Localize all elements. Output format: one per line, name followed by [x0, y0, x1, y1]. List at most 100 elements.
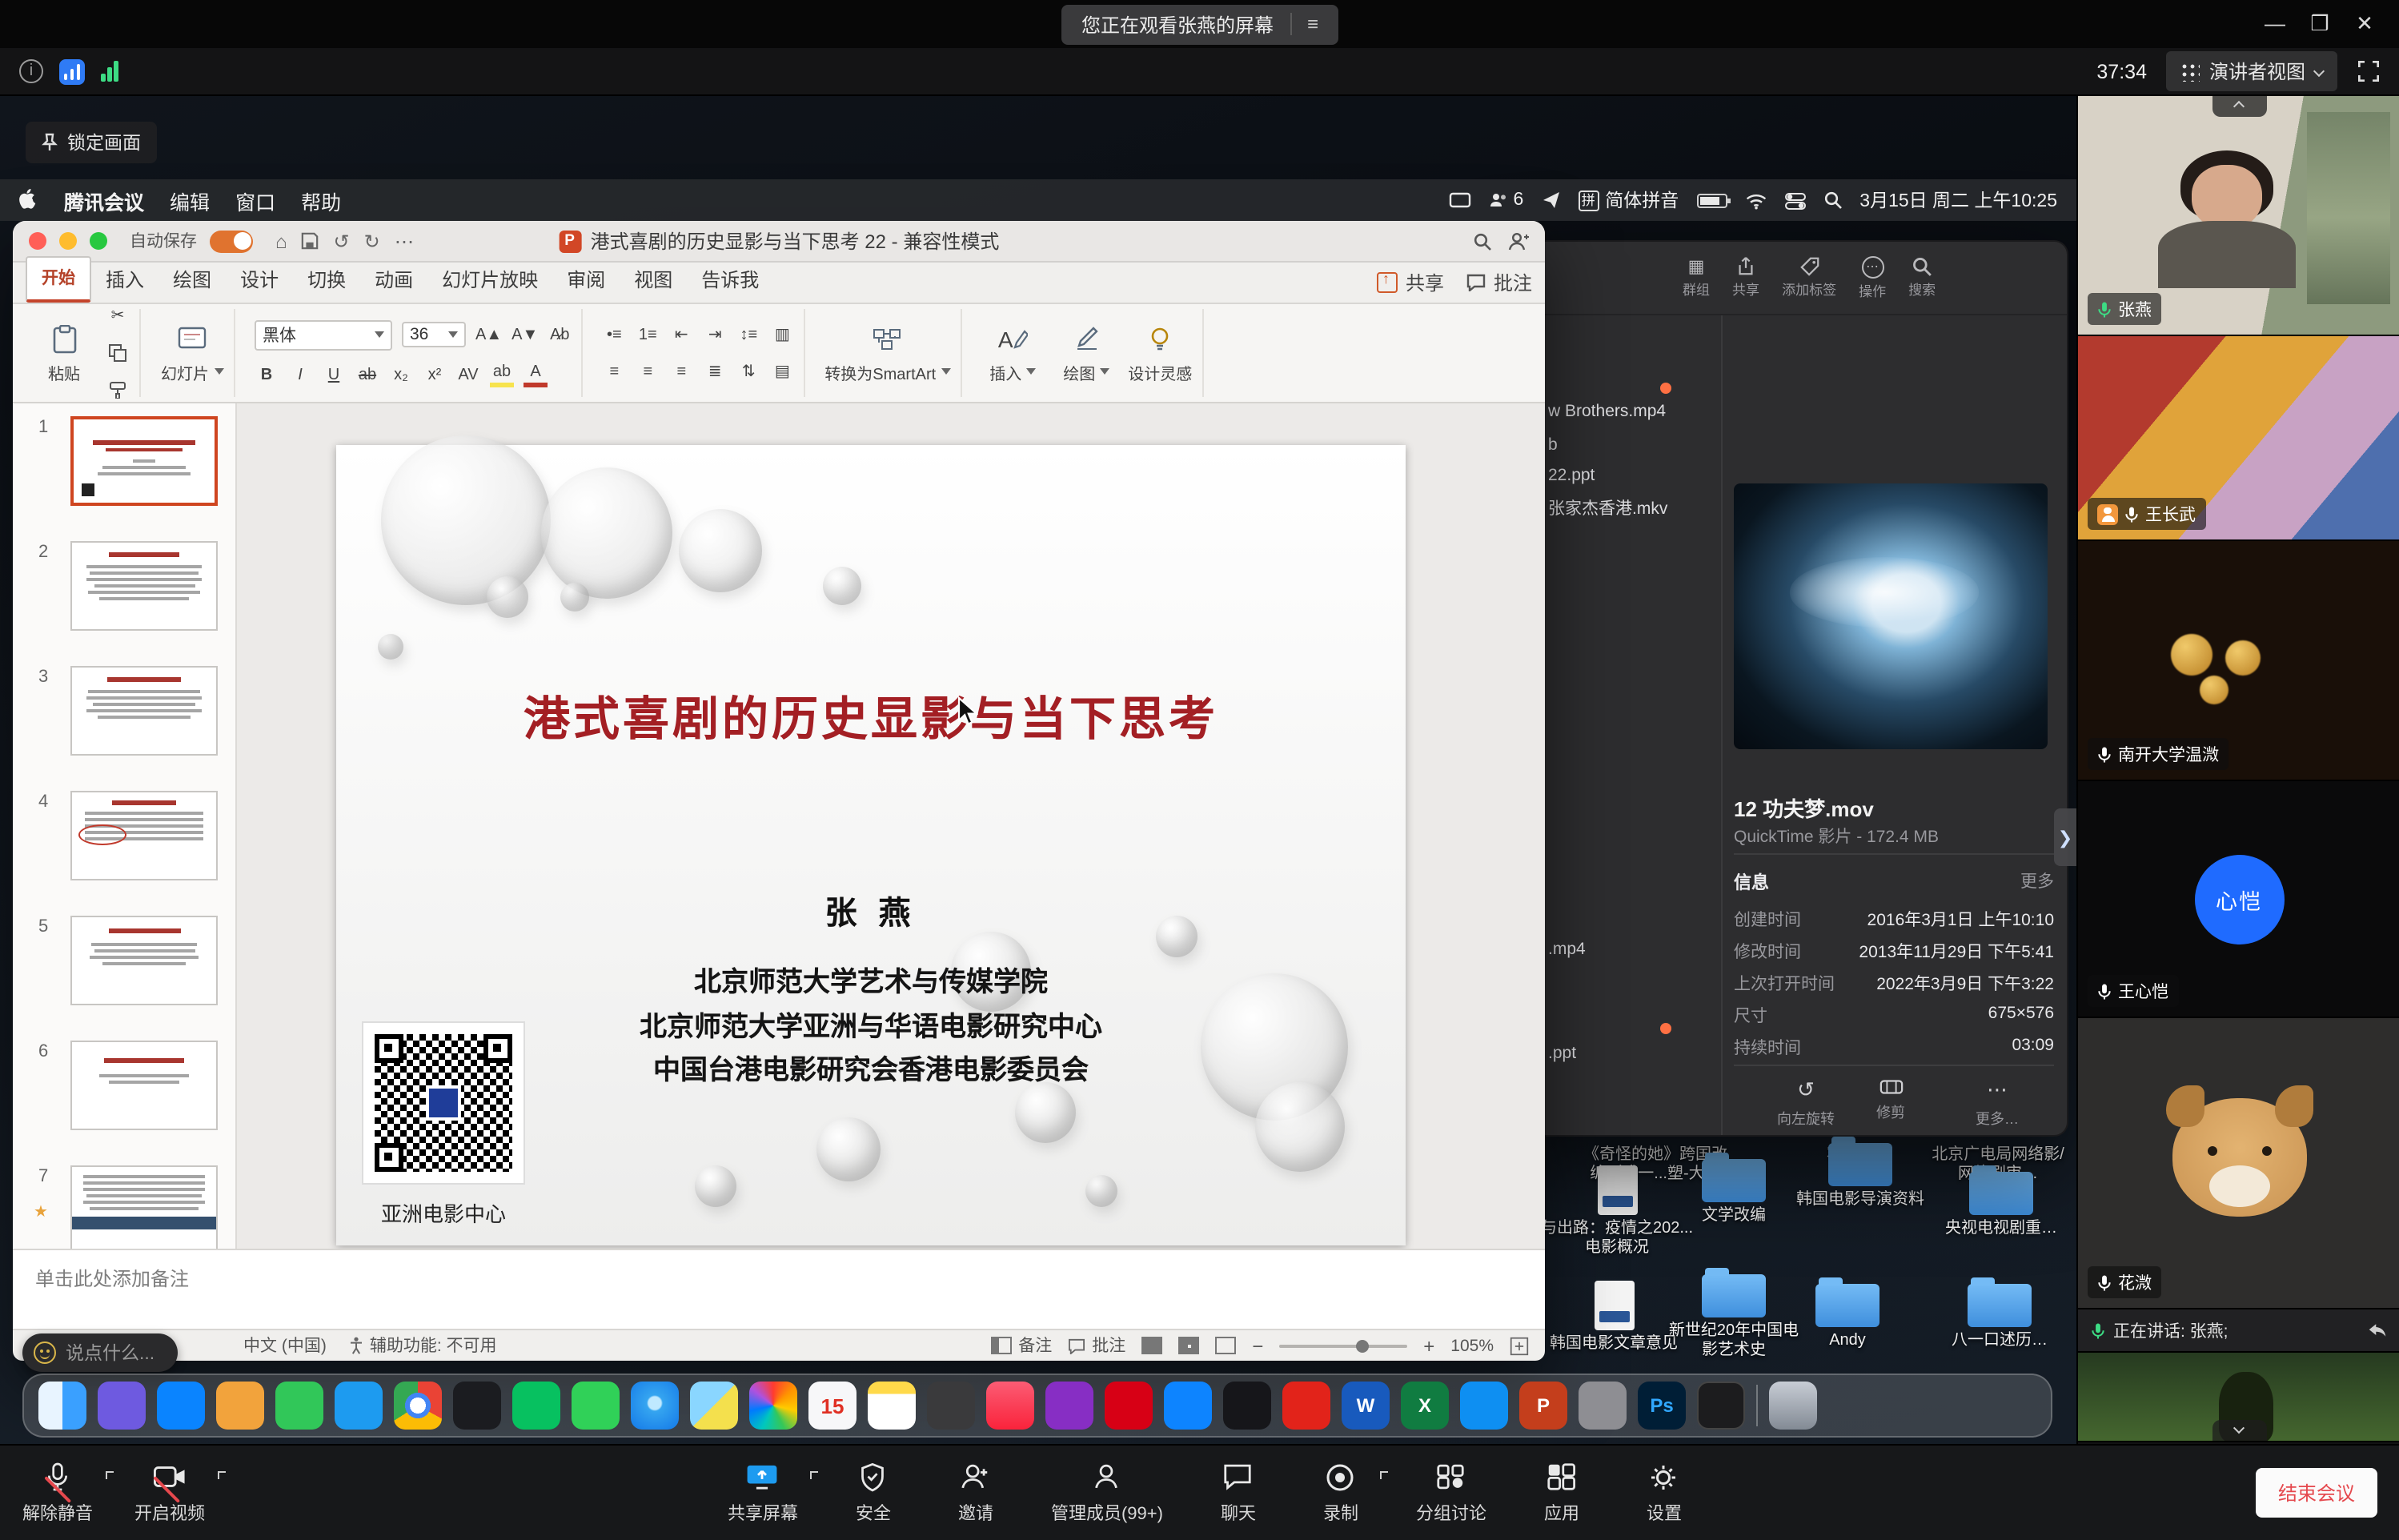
meeting-info-icon[interactable]: i: [19, 59, 43, 83]
participant-video-wangxinkai[interactable]: 心恺 王心恺: [2078, 781, 2399, 1018]
manage-members-button[interactable]: 管理成员(99+): [1051, 1461, 1163, 1525]
redo-icon[interactable]: ↻: [364, 230, 380, 252]
increase-font-icon[interactable]: A▲: [475, 323, 502, 347]
rotate-left-button[interactable]: ↺ 向左旋转: [1777, 1077, 1835, 1129]
dock-tv[interactable]: [1223, 1382, 1271, 1430]
more-actions-button[interactable]: ⋯ 更多…: [1976, 1077, 2019, 1129]
search-icon[interactable]: [1473, 231, 1492, 251]
minimize-button[interactable]: —: [2253, 0, 2297, 48]
start-video-button[interactable]: 开启视频: [134, 1461, 205, 1525]
slide-thumbnail-5[interactable]: 5: [13, 912, 235, 1031]
view-mode-button[interactable]: 演讲者视图: [2166, 51, 2337, 91]
dock-qq[interactable]: [453, 1382, 501, 1430]
account-icon[interactable]: [1508, 231, 1529, 251]
panel-collapse-handle[interactable]: ❯: [2054, 808, 2076, 866]
zoom-out-button[interactable]: −: [1252, 1334, 1263, 1357]
tab-insert[interactable]: 插入: [91, 258, 158, 303]
slide-thumbnail-3[interactable]: 3: [13, 663, 235, 781]
convert-smartart-button[interactable]: 转换为SmartArt: [824, 323, 950, 383]
font-color-button[interactable]: A: [524, 363, 548, 387]
menu-window[interactable]: 窗口: [235, 185, 275, 215]
new-slide-button[interactable]: 幻灯片: [160, 323, 224, 383]
text-direction-icon[interactable]: ⇅: [736, 359, 760, 383]
cut-icon[interactable]: ✂: [106, 304, 130, 328]
participant-video-partial[interactable]: [2078, 1353, 2399, 1442]
highlight-color-button[interactable]: ab: [490, 363, 514, 387]
slide-sorter-view-icon[interactable]: [1178, 1337, 1199, 1354]
zoom-level[interactable]: 105%: [1450, 1336, 1494, 1355]
slide-thumbnail-2[interactable]: 2: [13, 538, 235, 656]
invite-button[interactable]: 邀请: [949, 1461, 1003, 1525]
file-row[interactable]: .mp4: [1548, 940, 1586, 959]
battery-icon[interactable]: [1696, 193, 1727, 207]
dock-keynote[interactable]: [1460, 1382, 1508, 1430]
dock-powerpoint[interactable]: P: [1519, 1382, 1567, 1430]
tab-draw[interactable]: 绘图: [158, 258, 226, 303]
dock-netease-music[interactable]: [1105, 1382, 1153, 1430]
decrease-indent-icon[interactable]: ⇤: [669, 323, 693, 347]
align-center-icon[interactable]: ≡: [636, 359, 660, 383]
desktop-item[interactable]: 韩国电影导演资料: [1790, 1143, 1931, 1210]
insert-button[interactable]: A 插入: [981, 323, 1045, 383]
italic-button[interactable]: I: [288, 363, 312, 387]
dock-app-dark[interactable]: [927, 1382, 975, 1430]
font-size-select[interactable]: 36: [402, 322, 466, 347]
finder-share-button[interactable]: 共享: [1732, 256, 1759, 299]
increase-indent-icon[interactable]: ⇥: [703, 323, 727, 347]
dock-photos[interactable]: [749, 1382, 797, 1430]
dock-terminal[interactable]: [1697, 1382, 1745, 1430]
share-button[interactable]: 共享: [1377, 269, 1444, 296]
home-icon[interactable]: ⌂: [275, 230, 287, 252]
dock-app-purple[interactable]: [98, 1382, 146, 1430]
control-center-icon[interactable]: [1784, 191, 1805, 209]
record-options-caret[interactable]: [1381, 1470, 1389, 1478]
slide-thumbnail-6[interactable]: 6: [13, 1037, 235, 1156]
tab-slideshow[interactable]: 幻灯片放映: [427, 258, 552, 303]
meeting-stats-icon[interactable]: [101, 61, 118, 82]
zoom-in-button[interactable]: +: [1423, 1334, 1434, 1357]
info-more-button[interactable]: 更多: [2020, 869, 2054, 893]
save-icon[interactable]: [302, 232, 319, 250]
paste-button[interactable]: 粘贴: [32, 323, 96, 383]
normal-view-icon[interactable]: [1141, 1337, 1162, 1354]
underline-button[interactable]: U: [322, 363, 346, 387]
notes-pane[interactable]: 单击此处添加备注: [13, 1249, 1545, 1329]
tab-design[interactable]: 设计: [226, 258, 293, 303]
finder-action-button[interactable]: ⋯ 操作: [1859, 255, 1886, 300]
dock-maps[interactable]: [690, 1382, 738, 1430]
bullets-icon[interactable]: •≡: [602, 323, 626, 347]
comments-toggle[interactable]: 批注: [1068, 1333, 1125, 1358]
spotlight-icon[interactable]: [1823, 190, 1842, 210]
dock-chrome[interactable]: [394, 1382, 442, 1430]
dock-wechat[interactable]: [512, 1382, 560, 1430]
mute-options-caret[interactable]: [106, 1470, 114, 1478]
share-screen-button[interactable]: 共享屏幕: [728, 1461, 798, 1525]
participant-video-huawei[interactable]: 花溦: [2078, 1018, 2399, 1309]
trim-button[interactable]: 修剪: [1876, 1077, 1905, 1122]
quick-chat-input[interactable]: 说点什么...: [22, 1333, 177, 1372]
panel-collapse-up[interactable]: [2212, 96, 2266, 117]
finder-group-button[interactable]: ▦ 群组: [1683, 256, 1710, 299]
dock-word[interactable]: W: [1342, 1382, 1390, 1430]
settings-button[interactable]: 设置: [1637, 1461, 1691, 1525]
align-right-icon[interactable]: ≡: [669, 359, 693, 383]
finder-search-button[interactable]: 搜索: [1908, 256, 1936, 299]
meeting-participant-count[interactable]: 6: [1489, 190, 1523, 210]
menu-edit[interactable]: 编辑: [170, 185, 210, 215]
tab-review[interactable]: 审阅: [552, 258, 620, 303]
dock-excel[interactable]: X: [1401, 1382, 1449, 1430]
file-row[interactable]: b: [1548, 435, 1558, 455]
numbering-icon[interactable]: 1≡: [636, 323, 660, 347]
banner-menu-icon[interactable]: ≡: [1290, 13, 1318, 35]
notes-toggle[interactable]: 备注: [991, 1333, 1052, 1358]
format-painter-icon[interactable]: [106, 378, 130, 402]
reply-arrow-icon[interactable]: [2368, 1322, 2387, 1338]
dock-trash[interactable]: [1769, 1382, 1817, 1430]
apple-menu-icon[interactable]: [19, 189, 38, 211]
apps-button[interactable]: 应用: [1534, 1461, 1589, 1525]
minimize-traffic-light[interactable]: [59, 232, 77, 250]
end-meeting-button[interactable]: 结束会议: [2256, 1468, 2377, 1518]
slide-thumbnail-7[interactable]: 7 ★: [13, 1162, 235, 1249]
file-row[interactable]: 22.ppt: [1548, 466, 1595, 485]
tab-home[interactable]: 开始: [26, 256, 91, 303]
